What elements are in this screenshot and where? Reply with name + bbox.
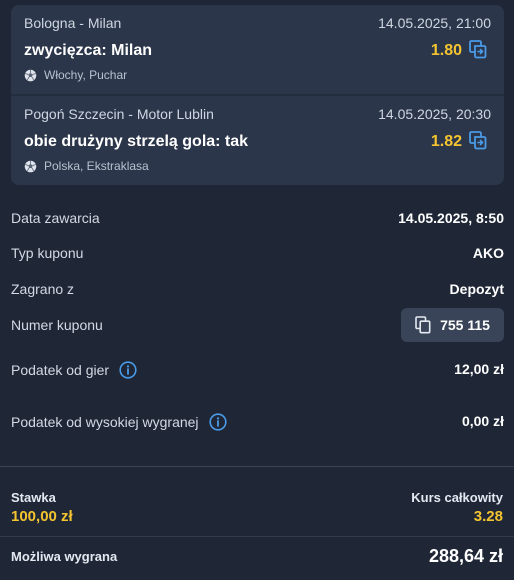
coupon-label: Numer kuponu (11, 317, 103, 333)
detail-row-date: Data zawarcia 14.05.2025, 8:50 (11, 207, 504, 231)
swap-icon[interactable] (468, 130, 488, 150)
coupon-number: 755 115 (440, 317, 490, 333)
date-value: 14.05.2025, 8:50 (398, 210, 504, 226)
soccer-ball-icon (24, 160, 37, 172)
league-name: Polska, Ekstraklasa (44, 159, 149, 173)
detail-row-type: Typ kuponu AKO (11, 242, 504, 266)
played-value: Depozyt (449, 281, 504, 297)
date-label: Data zawarcia (11, 210, 100, 226)
league-name: Włochy, Puchar (44, 68, 128, 82)
total-odds-value: 3.28 (473, 508, 503, 525)
match-datetime: 14.05.2025, 20:30 (378, 106, 491, 122)
bet-selection[interactable]: Bologna - Milan 14.05.2025, 21:00 zwycię… (11, 5, 504, 94)
type-value: AKO (472, 245, 504, 261)
swap-icon[interactable] (468, 39, 488, 59)
stake-value: 100,00 zł (11, 508, 73, 525)
tax-high-label-wrap: Podatek od wysokiej wygranej (11, 413, 227, 431)
tax-games-label-wrap: Podatek od gier (11, 361, 137, 379)
detail-row-coupon: Numer kuponu 755 115 (11, 308, 504, 342)
tax-high-label: Podatek od wysokiej wygranej (11, 414, 199, 430)
bet-pick: zwycięzca: Milan (24, 42, 153, 59)
info-icon[interactable] (119, 361, 137, 379)
stake-label: Stawka (11, 490, 56, 505)
copy-coupon-button[interactable]: 755 115 (401, 308, 504, 342)
bet-odds: 1.82 (430, 133, 462, 150)
copy-icon (415, 316, 431, 334)
total-odds-label: Kurs całkowity (411, 490, 503, 505)
bet-pick: obie drużyny strzelą gola: tak (24, 133, 249, 150)
soccer-ball-icon (24, 69, 37, 81)
detail-row-tax-games: Podatek od gier 12,00 zł (11, 358, 504, 382)
bet-odds: 1.80 (430, 42, 462, 59)
divider (0, 466, 514, 467)
divider (0, 536, 514, 537)
bet-selections-card: Bologna - Milan 14.05.2025, 21:00 zwycię… (11, 5, 504, 185)
league-label: Polska, Ekstraklasa (24, 159, 149, 173)
detail-row-played: Zagrano z Depozyt (11, 278, 504, 302)
possible-win-label: Możliwa wygrana (11, 549, 118, 564)
league-label: Włochy, Puchar (24, 68, 127, 82)
bet-selection[interactable]: Pogoń Szczecin - Motor Lublin 14.05.2025… (11, 96, 504, 185)
tax-games-value: 12,00 zł (454, 361, 504, 377)
played-label: Zagrano z (11, 281, 75, 297)
match-datetime: 14.05.2025, 21:00 (378, 15, 491, 31)
match-name: Bologna - Milan (24, 15, 122, 31)
possible-win-value: 288,64 zł (428, 546, 503, 566)
type-label: Typ kuponu (11, 245, 84, 261)
tax-high-value: 0,00 zł (461, 413, 504, 429)
tax-games-label: Podatek od gier (11, 362, 110, 378)
match-name: Pogoń Szczecin - Motor Lublin (24, 106, 214, 122)
info-icon[interactable] (208, 413, 227, 431)
detail-row-tax-high: Podatek od wysokiej wygranej 0,00 zł (11, 410, 504, 434)
